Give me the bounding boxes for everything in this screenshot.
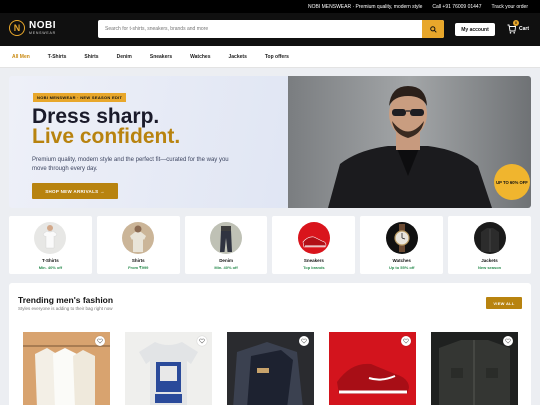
sneakers-image	[297, 222, 330, 254]
nav-item-jackets[interactable]: Jackets	[229, 54, 247, 60]
category-offer: New season	[477, 265, 502, 270]
search-icon	[429, 25, 437, 33]
heart-icon	[199, 338, 205, 344]
shop-new-arrivals-button[interactable]: SHOP NEW ARRIVALS →	[32, 183, 118, 199]
category-card-watches[interactable]: Watches Up to 55% off	[360, 216, 444, 274]
hero-description: Premium quality, modern style and the pe…	[32, 157, 229, 172]
category-cards: T-Shirts Min. 40% off Shirts From ₹999 D…	[9, 216, 531, 274]
watches-image	[385, 222, 418, 254]
category-offer: Min. 40% off	[214, 265, 238, 270]
track-order-link[interactable]: Track your order	[492, 4, 529, 10]
brand-tagline: NOBI MENSWEAR · Premium quality, modern …	[308, 3, 423, 10]
wishlist-button[interactable]	[95, 336, 105, 346]
product-card[interactable]	[23, 332, 110, 405]
hero-title-line1: Dress sharp.	[32, 105, 160, 128]
category-offer: From ₹999	[128, 265, 149, 270]
logo[interactable]: N NOBI MENSWEAR	[9, 20, 56, 36]
jackets-image	[473, 222, 506, 254]
category-offer: Up to 55% off	[388, 265, 415, 270]
cart-icon: 0	[507, 20, 519, 34]
category-name: Watches	[392, 258, 411, 263]
logo-subtitle: MENSWEAR	[29, 30, 57, 35]
category-card-denim[interactable]: Denim Min. 40% off	[184, 216, 268, 274]
header: N NOBI MENSWEAR My account 0 Cart	[0, 13, 540, 46]
search-button[interactable]	[422, 20, 444, 38]
t-shirts-image	[34, 222, 67, 254]
category-name: Sneakers	[303, 258, 324, 263]
phone-number[interactable]: Call +91 76009 01447	[432, 4, 481, 10]
wishlist-button[interactable]	[401, 336, 411, 346]
product-card[interactable]	[227, 332, 314, 405]
nav-item-all-men[interactable]: All Men	[12, 54, 30, 60]
heart-icon	[97, 338, 103, 344]
cart-count-badge: 0	[513, 20, 519, 26]
wishlist-button[interactable]	[197, 336, 207, 346]
category-offer: Top brands	[303, 265, 325, 270]
wishlist-button[interactable]	[503, 336, 513, 346]
heart-icon	[505, 338, 511, 344]
nav-item-top-offers[interactable]: Top offers	[265, 54, 289, 60]
product-card[interactable]	[125, 332, 212, 405]
category-name: Jackets	[481, 258, 498, 263]
hero-banner: NOBI MENSWEAR · NEW SEASON EDIT Dress sh…	[9, 76, 531, 208]
hero-badge: NOBI MENSWEAR · NEW SEASON EDIT	[33, 93, 127, 102]
nav-item-sneakers[interactable]: Sneakers	[150, 54, 172, 60]
top-bar: NOBI MENSWEAR · Premium quality, modern …	[0, 0, 540, 13]
nav-item-watches[interactable]: Watches	[190, 54, 210, 60]
product-card[interactable]	[329, 332, 416, 405]
nav-item-t-shirts[interactable]: T-Shirts	[48, 54, 67, 60]
trending-section: Trending men's fashion Styles everyone i…	[9, 283, 531, 405]
view-all-button[interactable]: VIEW ALL	[486, 297, 522, 309]
product-card[interactable]	[431, 332, 518, 405]
my-account-button[interactable]: My account	[455, 23, 495, 36]
wishlist-button[interactable]	[299, 336, 309, 346]
cart-label: Cart	[519, 26, 530, 32]
cart-button[interactable]: 0 Cart	[507, 20, 530, 34]
promo-badge: UP TO 60% OFF	[494, 164, 530, 200]
section-subtitle: Styles everyone is adding to their bag r…	[18, 306, 113, 311]
nav-item-denim[interactable]: Denim	[117, 54, 132, 60]
shirts-image	[122, 222, 155, 254]
nav-item-shirts[interactable]: Shirts	[84, 54, 98, 60]
category-card-shirts[interactable]: Shirts From ₹999	[96, 216, 180, 274]
heart-icon	[301, 338, 307, 344]
logo-mark: N	[9, 20, 25, 36]
category-name: Shirts	[131, 258, 145, 263]
category-name: Denim	[219, 258, 233, 263]
heart-icon	[403, 338, 409, 344]
category-card-t-shirts[interactable]: T-Shirts Min. 40% off	[9, 216, 92, 274]
category-nav: All Men T-Shirts Shirts Denim Sneakers W…	[0, 46, 540, 68]
category-card-sneakers[interactable]: Sneakers Top brands	[272, 216, 356, 274]
logo-name: NOBI	[29, 19, 56, 31]
category-card-jackets[interactable]: Jackets New season	[448, 216, 531, 274]
hero-title-line2: Live confident.	[32, 125, 181, 148]
category-name: T-Shirts	[42, 258, 59, 263]
section-title: Trending men's fashion	[18, 295, 114, 305]
search-bar	[98, 20, 444, 38]
search-input[interactable]	[98, 20, 422, 38]
denim-image	[210, 222, 243, 254]
category-offer: Min. 40% off	[38, 265, 63, 270]
